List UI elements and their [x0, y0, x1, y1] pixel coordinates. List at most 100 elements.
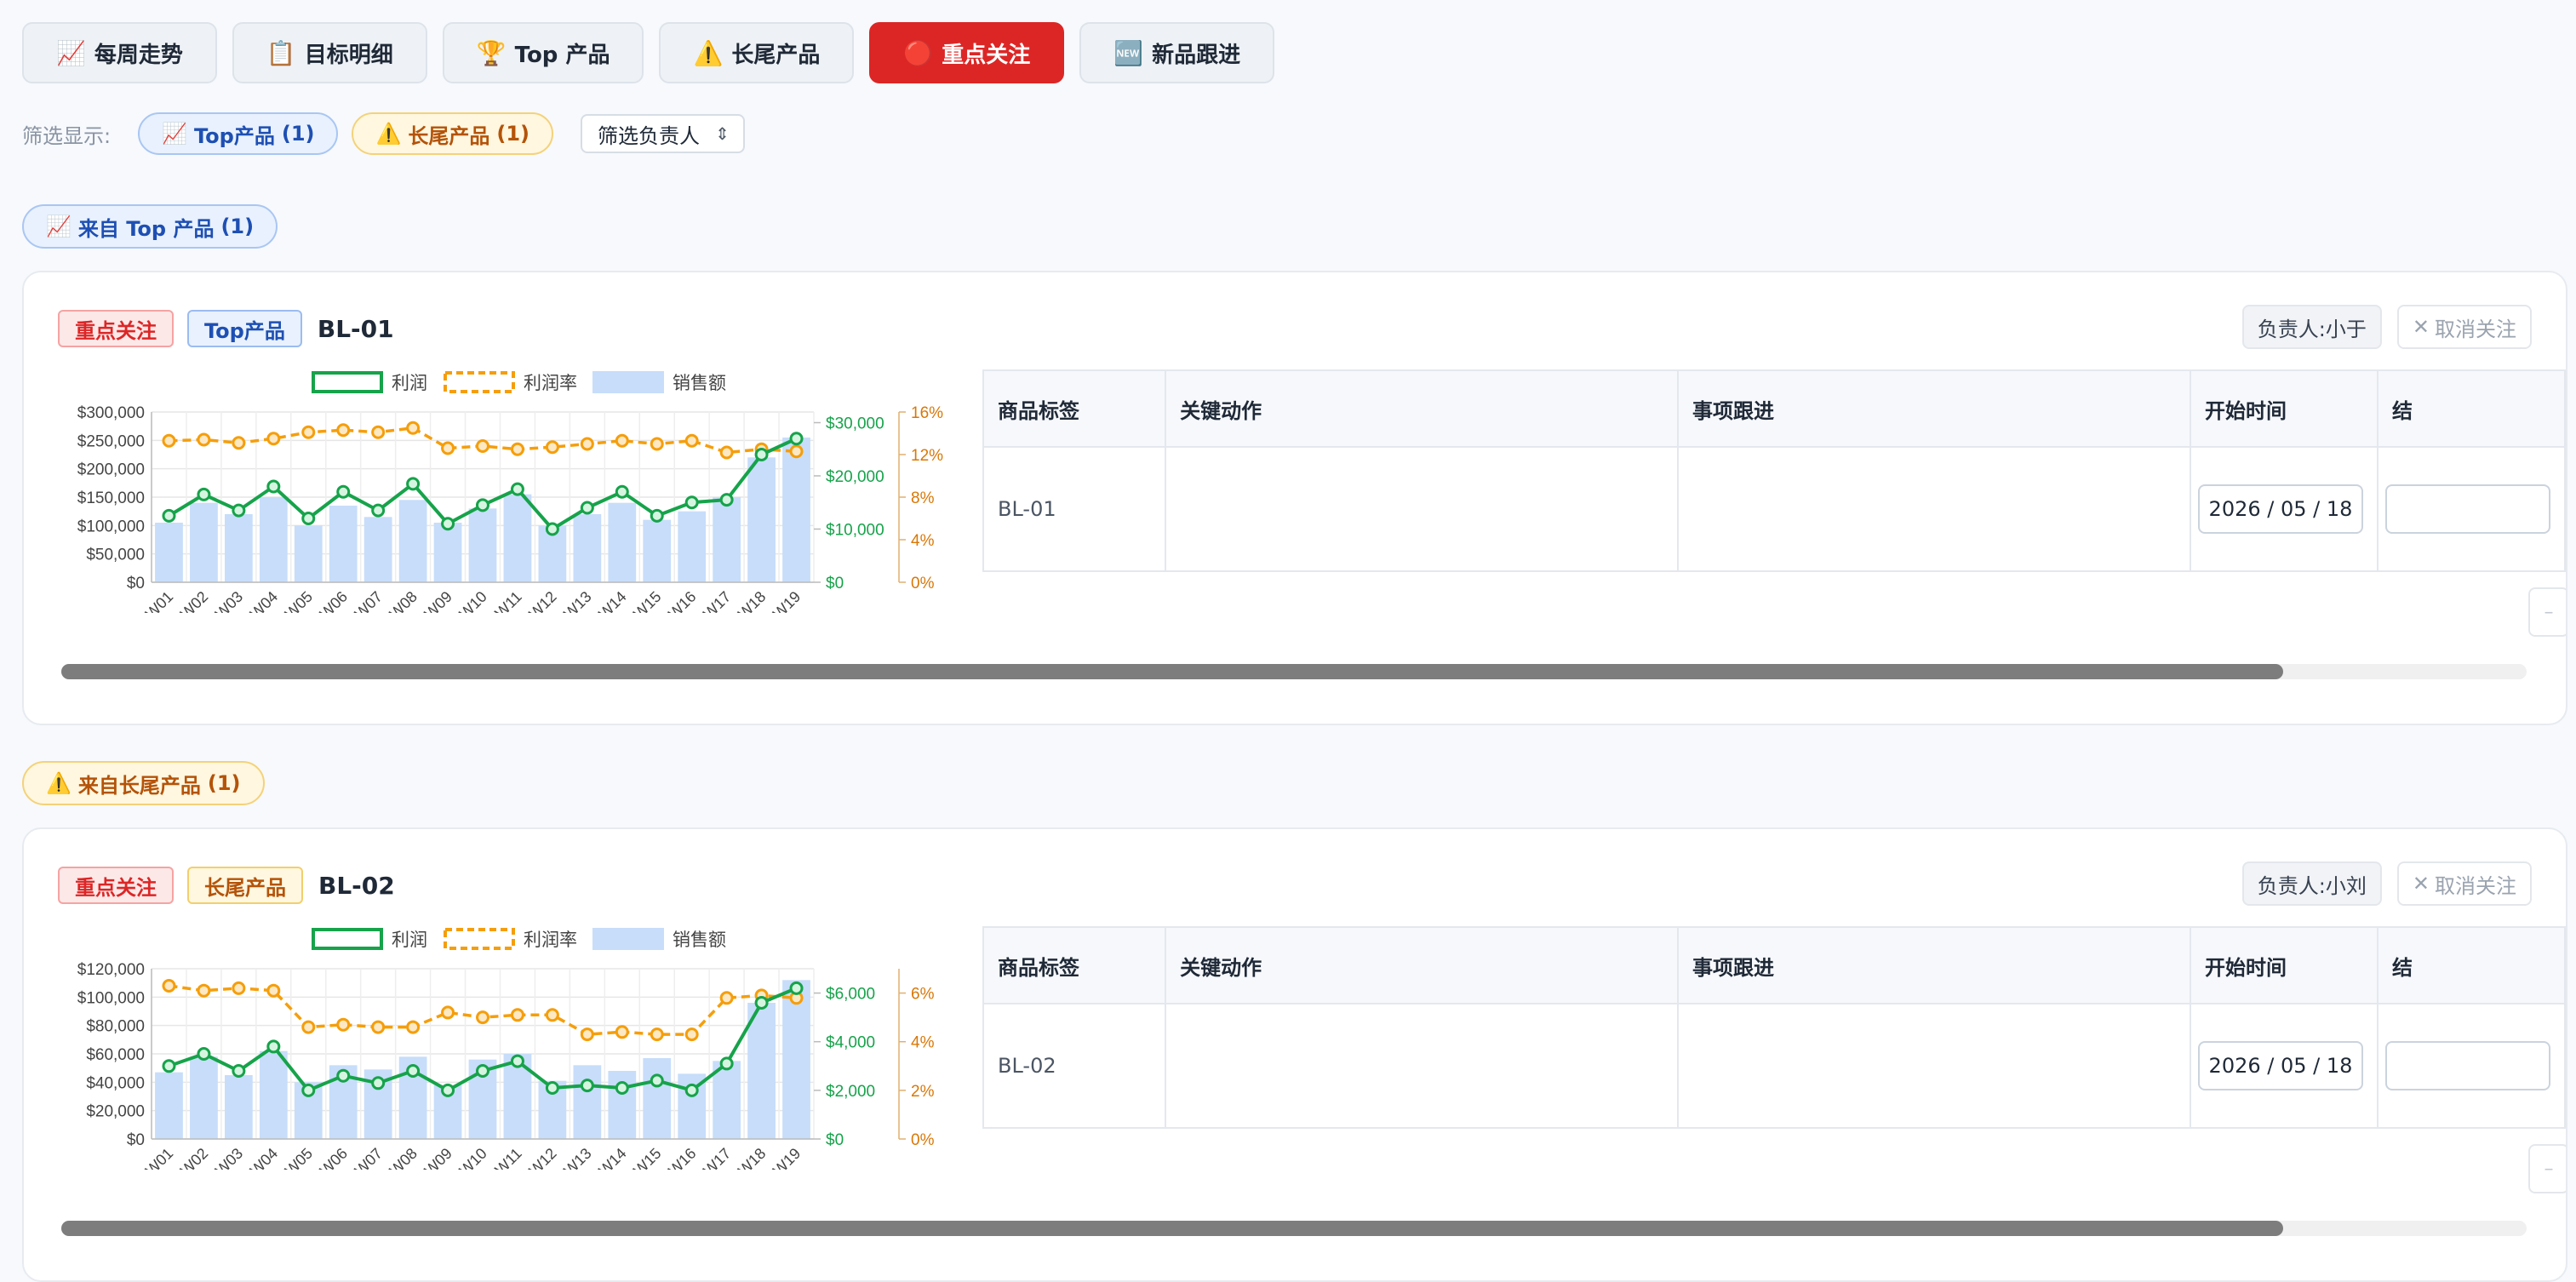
focus-card: 重点关注 长尾产品 BL-02 负责人:小刘 ✕ 取消关注 $0 $20,000 $4… [22, 827, 2567, 1282]
profit-point [301, 512, 316, 525]
section-count: (1) [220, 215, 255, 238]
column-header: 结 [2376, 926, 2566, 1004]
x-axis-tick-label: W10 [456, 588, 490, 613]
y-axis-tick-label: $0 [127, 1131, 145, 1149]
y-axis-tick-label: $250,000 [77, 432, 145, 450]
action-table: 商品标签 关键动作 事项跟进 开始时间 结 BL-01 2026 / 05 / … [982, 369, 2566, 572]
x-axis-tick-label: W06 [317, 588, 351, 613]
x-axis-tick-label: W01 [142, 588, 176, 613]
cancel-focus-button[interactable]: ✕ 取消关注 [2396, 305, 2532, 349]
margin-point [441, 1005, 455, 1020]
margin-point [545, 440, 559, 455]
profit-point [266, 479, 281, 494]
tab-top-products[interactable]: 🏆 Top 产品 [442, 22, 644, 83]
tab-target-detail[interactable]: 📋 目标明细 [232, 22, 427, 83]
margin-point [371, 425, 386, 439]
start-date-input[interactable]: 2026 / 05 / 18 [2197, 1041, 2363, 1090]
close-icon: ✕ [2412, 872, 2430, 896]
cancel-label: 取消关注 [2435, 873, 2516, 898]
row-remove-button[interactable]: – [2528, 587, 2566, 637]
legend-swatch [312, 928, 383, 950]
horizontal-scrollbar[interactable] [61, 1221, 2527, 1236]
table-row: BL-01 2026 / 05 / 18 [982, 446, 2566, 572]
profit-point [371, 1076, 386, 1090]
sales-bar [155, 523, 183, 582]
margin-point [301, 1020, 316, 1034]
margin-point [476, 439, 489, 453]
profit-point [615, 1081, 629, 1095]
scrollbar-thumb[interactable] [61, 1221, 2283, 1236]
x-axis-tick-label: W09 [421, 588, 455, 613]
column-header: 商品标签 [982, 369, 1167, 448]
weekly-combo-chart: $0 $50,000 $100,000 $150,000 $200,000 $250,00… [77, 371, 943, 613]
margin-axis-tick-label: 0% [911, 1131, 935, 1149]
profit-axis-tick-label: $20,000 [826, 468, 884, 486]
filter-pill-count: (1) [281, 122, 315, 146]
x-axis-tick-label: W07 [352, 588, 386, 613]
profit-point [754, 448, 769, 461]
column-header: 关键动作 [1165, 369, 1680, 448]
y-axis-tick-label: $50,000 [86, 547, 145, 564]
section-count: (1) [207, 771, 241, 795]
followup-cell[interactable] [1677, 446, 2191, 572]
sales-bar [608, 502, 637, 582]
sales-bar [643, 519, 672, 582]
product-sku: BL-02 [318, 871, 395, 900]
profit-point [197, 487, 211, 501]
x-axis-tick-label: W15 [630, 588, 664, 613]
focus-card: 重点关注 Top产品 BL-01 负责人:小于 ✕ 取消关注 $0 $50,000 $… [22, 271, 2567, 725]
margin-point [684, 433, 699, 448]
row-remove-button[interactable]: – [2528, 1144, 2566, 1193]
tab-long-tail[interactable]: ⚠️ 长尾产品 [659, 22, 855, 83]
margin-point [336, 423, 351, 438]
x-axis-tick-label: W03 [212, 588, 246, 613]
card-actions: 负责人:小于 ✕ 取消关注 [2241, 305, 2532, 349]
sales-bar [224, 514, 253, 582]
profit-axis-tick-label: $6,000 [826, 986, 875, 1004]
tab-key-focus[interactable]: 🔴 重点关注 [869, 22, 1065, 83]
section-label: 来自长尾产品 [77, 773, 201, 798]
clipboard-icon: 📋 [266, 38, 296, 67]
sales-bar [573, 514, 602, 582]
legend-label: 利润 [392, 930, 427, 950]
profit-point [789, 432, 804, 446]
x-axis-tick-label: W16 [665, 588, 699, 613]
end-time-cell [2376, 446, 2566, 572]
start-date-input[interactable]: 2026 / 05 / 18 [2197, 484, 2363, 534]
cancel-focus-button[interactable]: ✕ 取消关注 [2396, 861, 2532, 906]
sales-bar [294, 525, 323, 582]
margin-point [580, 1027, 594, 1042]
x-axis-tick-label: W17 [700, 588, 734, 613]
legend-label: 利润率 [524, 374, 577, 393]
sales-bar [224, 1075, 253, 1139]
profit-axis-tick-label: $4,000 [826, 1034, 875, 1052]
followup-cell[interactable] [1677, 1003, 2191, 1129]
horizontal-scrollbar[interactable] [61, 664, 2527, 679]
tab-weekly-trend[interactable]: 📈 每周走势 [22, 22, 217, 83]
table-row: BL-02 2026 / 05 / 18 [982, 1003, 2566, 1129]
end-date-input[interactable] [2384, 1041, 2550, 1090]
filter-pill-label: 长尾产品 [408, 123, 490, 148]
filter-pill-top[interactable]: 📈 Top产品 (1) [138, 112, 339, 155]
x-axis-tick-label: W08 [386, 1145, 421, 1170]
action-cell[interactable] [1165, 446, 1680, 572]
column-header: 商品标签 [982, 926, 1167, 1004]
column-header: 关键动作 [1165, 926, 1680, 1004]
y-axis-tick-label: $20,000 [86, 1103, 145, 1121]
scrollbar-thumb[interactable] [61, 664, 2283, 679]
margin-point [719, 991, 734, 1005]
tab-new-product[interactable]: 🆕 新品跟进 [1079, 22, 1275, 83]
filter-pill-long-tail[interactable]: ⚠️ 长尾产品 (1) [352, 112, 554, 155]
margin-axis-tick-label: 0% [911, 575, 935, 592]
margin-point [232, 436, 246, 450]
top-tab-bar: 📈 每周走势 📋 目标明细 🏆 Top 产品 ⚠️ 长尾产品 🔴 重点关注 🆕 新品跟进 [22, 22, 1275, 83]
column-header: 开始时间 [2189, 369, 2379, 448]
warning-icon: ⚠️ [693, 38, 724, 67]
select-value: 筛选负责人 [598, 123, 701, 148]
end-date-input[interactable] [2384, 484, 2550, 534]
profit-point [441, 1083, 455, 1097]
profit-point [789, 981, 804, 995]
owner-filter-select[interactable]: 筛选负责人 ⇕ [581, 114, 745, 153]
action-cell[interactable] [1165, 1003, 1680, 1129]
profit-point [684, 495, 699, 510]
